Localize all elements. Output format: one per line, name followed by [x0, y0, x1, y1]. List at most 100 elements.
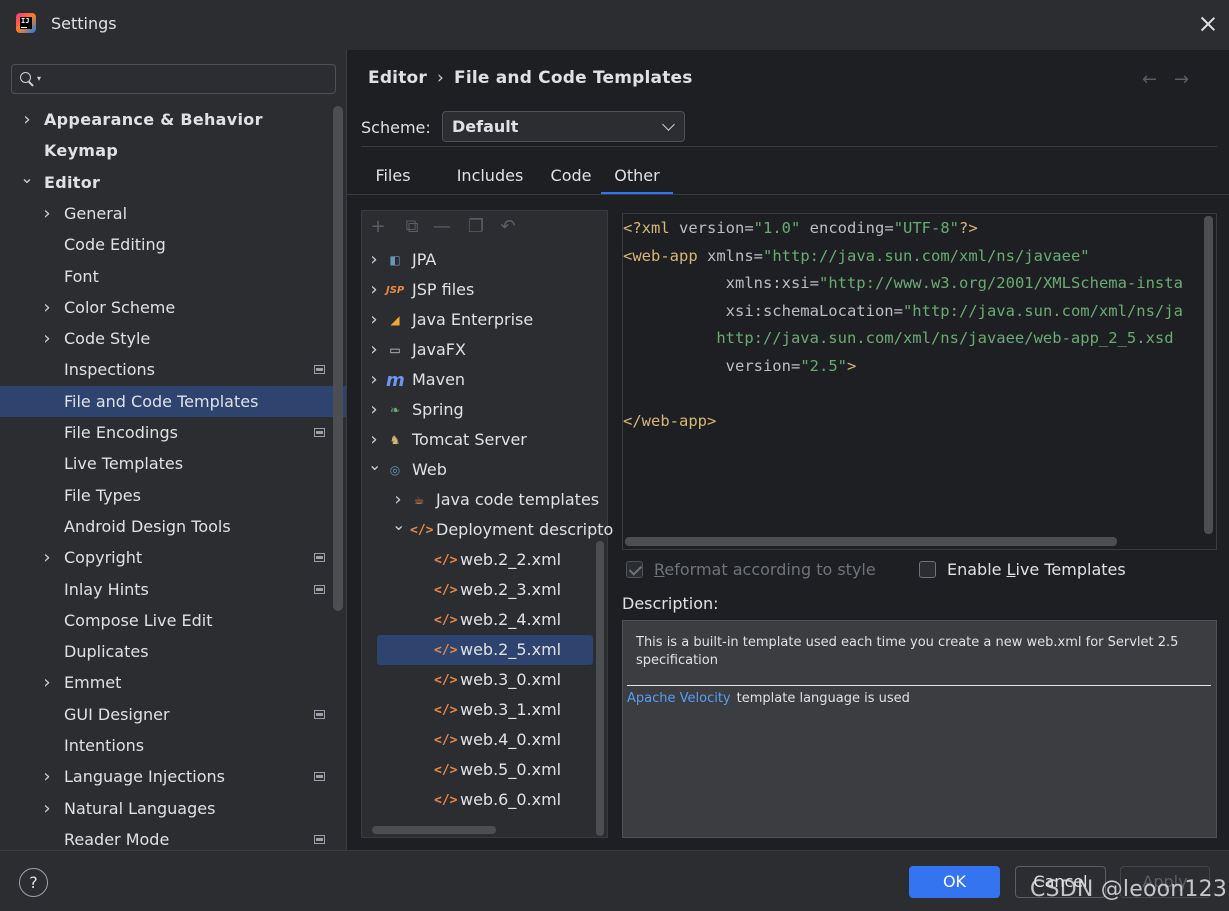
- chevron-right-icon[interactable]: ›: [40, 198, 54, 229]
- sidebar-item-language-injections[interactable]: › Language Injections: [0, 761, 346, 792]
- chevron-right-icon[interactable]: ›: [40, 292, 54, 323]
- chevron-right-icon[interactable]: ›: [368, 335, 380, 365]
- sidebar-item-editor[interactable]: ⌄ Editor: [0, 167, 346, 198]
- sidebar-item-appearance-behavior[interactable]: › Appearance & Behavior: [0, 104, 346, 135]
- code-token: xsi:schemaLocation: [623, 301, 894, 320]
- sidebar-item-compose-live-edit[interactable]: Compose Live Edit: [0, 605, 346, 636]
- tree-item-spring[interactable]: › ❧ Spring: [362, 395, 602, 425]
- sidebar-item-emmet[interactable]: › Emmet: [0, 667, 346, 698]
- remove-icon[interactable]: —: [432, 217, 452, 237]
- tree-item-jpa[interactable]: › ◧ JPA: [362, 245, 602, 275]
- tree-item-web-3-0-xml[interactable]: </> web.3_0.xml: [362, 665, 602, 695]
- tree-item-web-2-5-xml[interactable]: </> web.2_5.xml: [377, 635, 593, 665]
- sidebar-item-file-and-code-templates[interactable]: File and Code Templates: [0, 385, 346, 417]
- description-divider: [627, 685, 1211, 686]
- tab-code[interactable]: Code: [541, 161, 601, 195]
- chevron-right-icon[interactable]: ›: [40, 761, 54, 792]
- chevron-right-icon[interactable]: ›: [40, 667, 54, 698]
- breadcrumb-parent[interactable]: Editor: [368, 68, 427, 88]
- apache-velocity-link[interactable]: Apache Velocity: [627, 691, 731, 706]
- copy-icon[interactable]: ❐: [466, 217, 486, 237]
- tree-item-web-5-0-xml[interactable]: </> web.5_0.xml: [362, 755, 602, 785]
- forward-arrow-icon[interactable]: →: [1174, 69, 1189, 90]
- template-editor[interactable]: <?xml version="1.0" encoding="UTF-8"?> <w…: [622, 213, 1217, 550]
- sidebar-item-label: General: [64, 203, 128, 223]
- sidebar-item-inspections[interactable]: Inspections: [0, 354, 346, 385]
- tree-item-web-6-0-xml[interactable]: </> web.6_0.xml: [362, 785, 602, 815]
- close-icon[interactable]: [1196, 12, 1220, 36]
- chevron-right-icon[interactable]: ›: [40, 323, 54, 354]
- settings-search-box[interactable]: ▾: [11, 64, 336, 94]
- search-icon[interactable]: [20, 72, 34, 86]
- tree-item-maven[interactable]: › m Maven: [362, 365, 602, 395]
- ok-button[interactable]: OK: [909, 866, 1000, 898]
- tree-item-web-2-4-xml[interactable]: </> web.2_4.xml: [362, 605, 602, 635]
- code-tag-icon: </>: [434, 583, 458, 598]
- sidebar-item-duplicates[interactable]: Duplicates: [0, 636, 346, 667]
- search-history-chevron-icon[interactable]: ▾: [37, 74, 41, 83]
- tab-includes[interactable]: Includes: [445, 161, 535, 195]
- sidebar-item-keymap[interactable]: Keymap: [0, 135, 346, 166]
- tab-files[interactable]: Files: [361, 161, 425, 195]
- live-templates-label[interactable]: Enable Live Templates: [947, 558, 1126, 582]
- sidebar-item-live-templates[interactable]: Live Templates: [0, 448, 346, 479]
- add-child-icon[interactable]: ⧉: [402, 217, 422, 237]
- code-token: =: [893, 301, 903, 320]
- sidebar-item-label: Emmet: [64, 673, 122, 693]
- tree-vertical-scrollbar[interactable]: [596, 541, 604, 836]
- sidebar-item-natural-languages[interactable]: › Natural Languages: [0, 793, 346, 824]
- sidebar-scrollbar[interactable]: [333, 106, 343, 611]
- sidebar-item-font[interactable]: Font: [0, 261, 346, 292]
- settings-search-input[interactable]: [48, 67, 328, 91]
- sidebar-item-file-types[interactable]: File Types: [0, 480, 346, 511]
- sidebar-item-gui-designer[interactable]: GUI Designer: [0, 699, 346, 730]
- tree-item-deployment-descripto[interactable]: ⌄ </> Deployment descripto: [362, 515, 613, 545]
- editor-vertical-scrollbar[interactable]: [1204, 216, 1213, 534]
- chevron-right-icon[interactable]: ›: [368, 245, 380, 275]
- scheme-dropdown[interactable]: Default: [442, 111, 685, 142]
- tree-horizontal-scrollbar[interactable]: [372, 826, 496, 834]
- tree-item-web-2-2-xml[interactable]: </> web.2_2.xml: [362, 545, 602, 575]
- live-templates-checkbox[interactable]: [919, 561, 936, 578]
- sidebar-item-label: Natural Languages: [64, 798, 216, 818]
- code-token: version: [679, 219, 745, 237]
- tree-item-java-enterprise[interactable]: › ◢ Java Enterprise: [362, 305, 602, 335]
- tree-item-web-2-3-xml[interactable]: </> web.2_3.xml: [362, 575, 602, 605]
- tree-item-javafx[interactable]: › ▭ JavaFX: [362, 335, 602, 365]
- chevron-right-icon[interactable]: ›: [40, 542, 54, 573]
- chevron-right-icon[interactable]: ›: [368, 305, 380, 335]
- chevron-down-icon[interactable]: ⌄: [20, 162, 34, 193]
- tree-toolbar: + ⧉ — ❐ ↶: [362, 211, 607, 243]
- editor-horizontal-scrollbar[interactable]: [625, 537, 1117, 546]
- code-token: xmlns:xsi: [623, 274, 810, 293]
- chevron-right-icon[interactable]: ›: [20, 104, 34, 135]
- sidebar-item-general[interactable]: › General: [0, 198, 346, 229]
- code-tag-icon: </>: [434, 763, 458, 778]
- sidebar-item-code-editing[interactable]: Code Editing: [0, 229, 346, 260]
- sidebar-item-file-encodings[interactable]: File Encodings: [0, 417, 346, 448]
- sidebar-item-copyright[interactable]: › Copyright: [0, 542, 346, 573]
- scheme-selected-value: Default: [452, 117, 519, 136]
- tree-item-jsp-files[interactable]: › JSP JSP files: [362, 275, 602, 305]
- jsp-icon: JSP: [386, 285, 405, 296]
- back-arrow-icon[interactable]: ←: [1142, 69, 1157, 90]
- help-button[interactable]: ?: [19, 868, 48, 897]
- sidebar-item-intentions[interactable]: Intentions: [0, 730, 346, 761]
- add-icon[interactable]: +: [368, 217, 388, 237]
- sidebar-item-color-scheme[interactable]: › Color Scheme: [0, 292, 346, 323]
- tree-item-web-3-1-xml[interactable]: </> web.3_1.xml: [362, 695, 602, 725]
- sidebar-item-code-style[interactable]: › Code Style: [0, 323, 346, 354]
- chevron-right-icon[interactable]: ›: [40, 793, 54, 824]
- chevron-right-icon[interactable]: ›: [368, 395, 380, 425]
- tree-item-tomcat-server[interactable]: › ♞ Tomcat Server: [362, 425, 602, 455]
- sidebar-item-inlay-hints[interactable]: Inlay Hints: [0, 574, 346, 605]
- chevron-down-icon[interactable]: ⌄: [392, 510, 405, 540]
- sidebar-item-android-design-tools[interactable]: Android Design Tools: [0, 511, 346, 542]
- chevron-down-icon[interactable]: ⌄: [368, 450, 381, 480]
- tab-other[interactable]: Other: [601, 161, 673, 195]
- tree-item-web-4-0-xml[interactable]: </> web.4_0.xml: [362, 725, 602, 755]
- chevron-right-icon[interactable]: ›: [368, 365, 380, 395]
- reset-icon[interactable]: ↶: [498, 217, 518, 237]
- chevron-right-icon[interactable]: ›: [368, 275, 380, 305]
- tree-item-web[interactable]: ⌄ ◎ Web: [362, 455, 602, 485]
